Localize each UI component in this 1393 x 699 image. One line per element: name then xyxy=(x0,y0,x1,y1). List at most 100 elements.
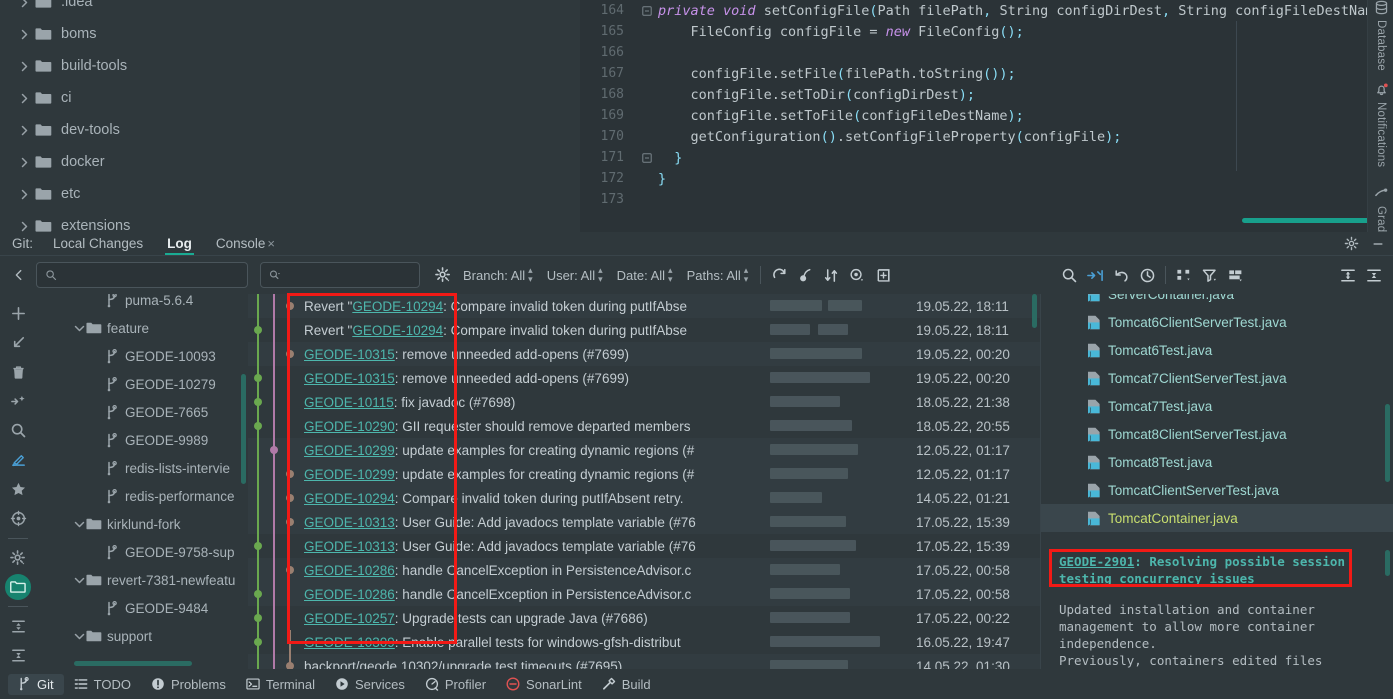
arrow-down-left-icon[interactable] xyxy=(4,329,32,356)
branch-diagram-icon[interactable] xyxy=(1171,262,1197,288)
chevron-right-icon[interactable] xyxy=(16,122,32,138)
chevron-down-icon[interactable] xyxy=(72,576,86,585)
branch-tree-item[interactable]: GEODE-9989 xyxy=(36,426,248,454)
search-icon[interactable] xyxy=(4,417,32,444)
commit-scrollbar-thumb[interactable] xyxy=(1032,294,1037,328)
commit-row[interactable]: GEODE-10299: update examples for creatin… xyxy=(248,462,1040,486)
issue-link[interactable]: GEODE-10315 xyxy=(304,371,395,386)
commit-row[interactable]: backport/geode 10302/upgrade test timeou… xyxy=(248,654,1040,669)
issue-link[interactable]: GEODE-10309 xyxy=(304,635,395,650)
project-tree-item[interactable]: ci xyxy=(0,82,580,114)
gear-icon[interactable] xyxy=(430,262,456,288)
graph-commit-dot[interactable] xyxy=(286,566,294,574)
issue-link[interactable]: GEODE-10299 xyxy=(304,443,395,458)
commit-row[interactable]: GEODE-10315: remove unneeded add-opens (… xyxy=(248,342,1040,366)
folder-active-icon[interactable] xyxy=(5,574,31,599)
changed-file-item[interactable]: JTomcat7Test.java xyxy=(1041,392,1393,420)
branch-scrollbar-thumb[interactable] xyxy=(241,374,246,484)
chevron-right-icon[interactable] xyxy=(16,186,32,202)
filter-branch[interactable]: Branch: All▴▾ xyxy=(456,266,540,284)
history-clock-icon[interactable] xyxy=(1134,262,1160,288)
chevron-right-icon[interactable] xyxy=(16,154,32,170)
chevron-down-icon[interactable] xyxy=(72,520,86,529)
project-tree-item[interactable]: build-tools xyxy=(0,50,580,82)
collapse-arrows-icon[interactable] xyxy=(1082,262,1108,288)
sort-icon[interactable] xyxy=(818,262,844,288)
changed-files-list[interactable]: JServerContainer.javaJTomcat6ClientServe… xyxy=(1041,294,1393,542)
commit-row[interactable]: GEODE-10309: Enable parallel tests for w… xyxy=(248,630,1040,654)
gear-icon[interactable] xyxy=(4,545,32,572)
issue-link[interactable]: GEODE-10294 xyxy=(352,299,443,314)
commit-row[interactable]: GEODE-10257: Upgrade tests can upgrade J… xyxy=(248,606,1040,630)
search-icon[interactable] xyxy=(1056,262,1082,288)
branch-tree-item[interactable]: GEODE-10279 xyxy=(36,370,248,398)
branch-tree-item[interactable]: feature xyxy=(36,314,248,342)
filter-icon[interactable] xyxy=(1197,262,1223,288)
changed-file-item[interactable]: JTomcatContainer.java xyxy=(1041,504,1393,532)
fold-marker[interactable] xyxy=(636,6,658,16)
branch-tree-item[interactable]: redis-lists-intervie xyxy=(36,454,248,482)
branch-tree-item[interactable]: puma-5.6.4 xyxy=(36,294,248,314)
project-tree-item[interactable]: docker xyxy=(0,146,580,178)
expand-all-icon[interactable] xyxy=(1335,262,1361,288)
graph-commit-dot[interactable] xyxy=(270,446,278,454)
graph-commit-dot[interactable] xyxy=(286,662,294,669)
project-tree-item[interactable]: .idea xyxy=(0,0,580,18)
status-bar-item-git[interactable]: Git xyxy=(8,674,64,695)
filter-paths[interactable]: Paths: All▴▾ xyxy=(680,266,756,284)
commit-row[interactable]: GEODE-10294: Compare invalid token durin… xyxy=(248,486,1040,510)
rail-item-notifications[interactable]: Notifications xyxy=(1368,82,1393,167)
chevron-down-icon[interactable] xyxy=(72,324,86,333)
commit-row[interactable]: GEODE-10313: User Guide: Add javadocs te… xyxy=(248,534,1040,558)
commit-row[interactable]: GEODE-10286: handle CancelException in P… xyxy=(248,582,1040,606)
branch-tree-item[interactable]: GEODE-10093 xyxy=(36,342,248,370)
status-bar-item-services[interactable]: Services xyxy=(325,674,415,695)
chevron-left-icon[interactable] xyxy=(6,268,32,282)
issue-link[interactable]: GEODE-10290 xyxy=(304,419,395,434)
commit-row[interactable]: GEODE-10313: User Guide: Add javadocs te… xyxy=(248,510,1040,534)
target-icon[interactable] xyxy=(4,505,32,532)
changed-file-item[interactable]: JTomcatClientServerTest.java xyxy=(1041,476,1393,504)
chevron-right-icon[interactable] xyxy=(16,90,32,106)
graph-commit-dot[interactable] xyxy=(286,350,294,358)
status-bar-item-problems[interactable]: Problems xyxy=(141,674,236,695)
collapse-all-icon[interactable] xyxy=(1361,262,1387,288)
changed-file-item[interactable]: JTomcat6ClientServerTest.java xyxy=(1041,308,1393,336)
commit-row[interactable]: GEODE-10315: remove unneeded add-opens (… xyxy=(248,366,1040,390)
close-icon[interactable]: × xyxy=(267,236,275,251)
undo-icon[interactable] xyxy=(1108,262,1134,288)
branch-tree-panel[interactable]: puma-5.6.4featureGEODE-10093GEODE-10279 G… xyxy=(36,294,248,669)
issue-link[interactable]: GEODE-10313 xyxy=(304,539,395,554)
graph-commit-dot[interactable] xyxy=(286,302,294,310)
graph-commit-dot[interactable] xyxy=(254,638,262,646)
commit-row[interactable]: GEODE-10115: fix javadoc (#7698)18.05.22… xyxy=(248,390,1040,414)
chevron-right-icon[interactable] xyxy=(16,0,32,10)
edit-pencil-icon[interactable] xyxy=(4,446,32,473)
branch-tree-item[interactable]: GEODE-9758-sup xyxy=(36,538,248,566)
branch-tree-item[interactable]: GEODE-9484 xyxy=(36,594,248,622)
status-bar-item-profiler[interactable]: Profiler xyxy=(415,674,496,695)
minimize-icon[interactable] xyxy=(1371,237,1385,251)
graph-commit-dot[interactable] xyxy=(286,470,294,478)
collapse-sparkle-icon[interactable] xyxy=(4,388,32,415)
project-tree-item[interactable]: boms xyxy=(0,18,580,50)
issue-link[interactable]: GEODE-10294 xyxy=(304,491,395,506)
graph-commit-dot[interactable] xyxy=(254,614,262,622)
commit-row[interactable]: GEODE-10299: update examples for creatin… xyxy=(248,438,1040,462)
collapse-rows-icon[interactable] xyxy=(4,642,32,669)
cherry-pick-icon[interactable] xyxy=(792,262,818,288)
trash-icon[interactable] xyxy=(4,359,32,386)
graph-commit-dot[interactable] xyxy=(254,398,262,406)
rail-item-database[interactable]: Database xyxy=(1368,0,1393,71)
graph-commit-dot[interactable] xyxy=(286,494,294,502)
graph-commit-dot[interactable] xyxy=(254,422,262,430)
git-tab-log[interactable]: Log xyxy=(155,236,204,255)
star-icon[interactable] xyxy=(4,476,32,503)
commit-row[interactable]: GEODE-10290: GII requester should remove… xyxy=(248,414,1040,438)
issue-link[interactable]: GEODE-10286 xyxy=(304,587,395,602)
new-tab-icon[interactable] xyxy=(870,262,896,288)
branch-tree-item[interactable]: revert-7381-newfeatu xyxy=(36,566,248,594)
graph-commit-dot[interactable] xyxy=(254,590,262,598)
project-tree-panel[interactable]: .ideabomsbuild-toolscidev-toolsdockeretc… xyxy=(0,0,580,232)
project-tree-item[interactable]: dev-tools xyxy=(0,114,580,146)
